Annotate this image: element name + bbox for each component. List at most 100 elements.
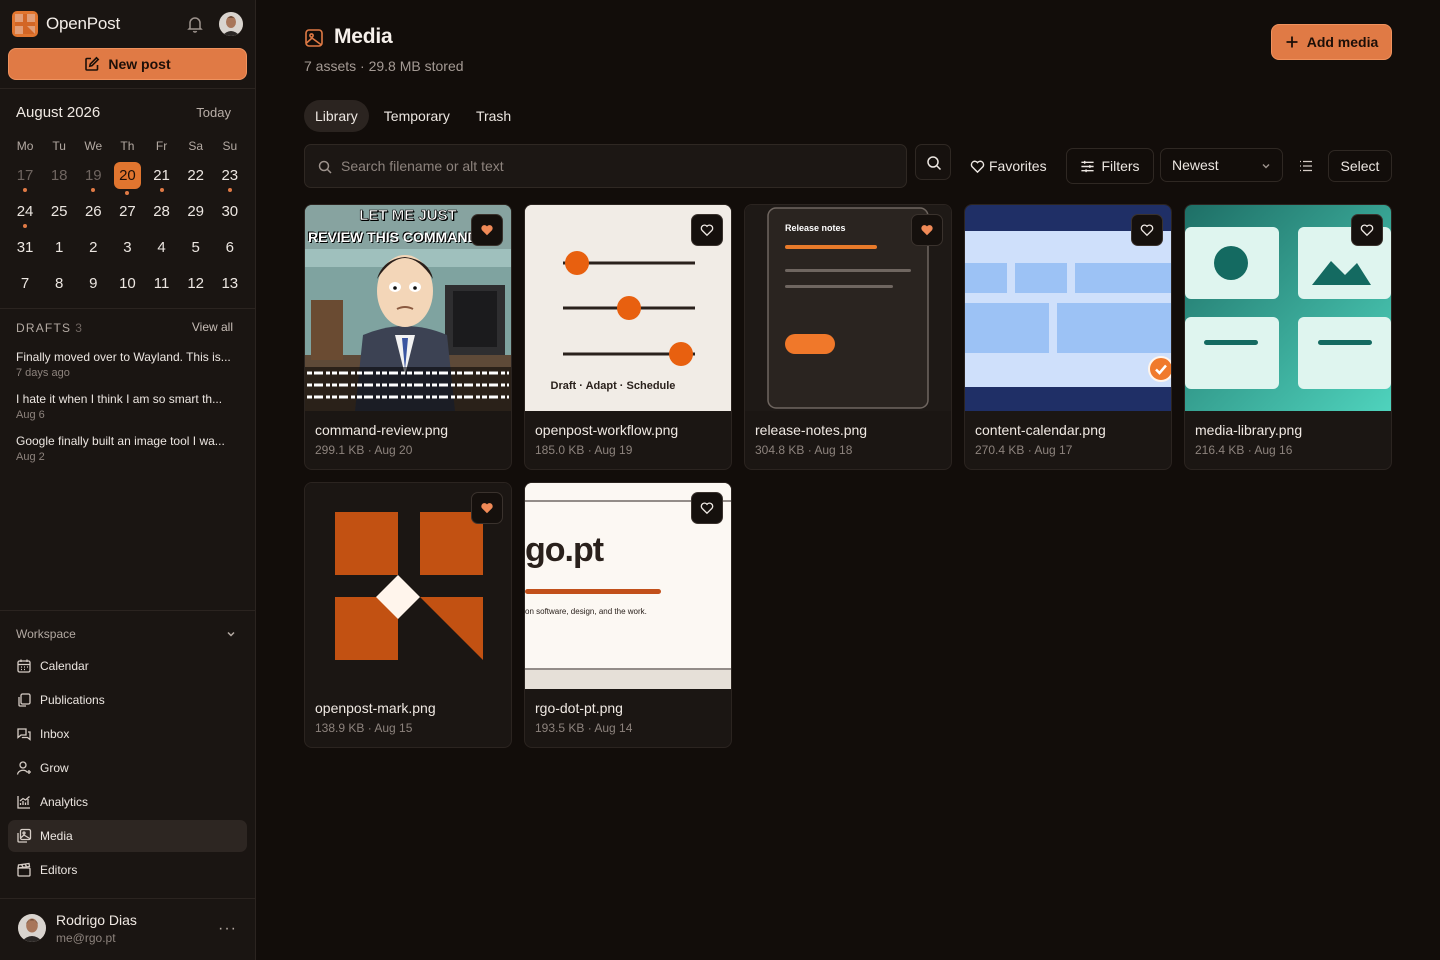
- media-card[interactable]: Draft · Adapt · Schedule openpost-workfl…: [524, 204, 732, 470]
- media-card[interactable]: Release notes release-notes.png 304.8 KB…: [744, 204, 952, 470]
- draft-item[interactable]: Finally moved over to Wayland. This is..…: [16, 350, 241, 379]
- sidebar-item-label: Inbox: [40, 727, 70, 741]
- sidebar-item-publications[interactable]: Publications: [8, 684, 247, 716]
- draft-title: I hate it when I think I am so smart th.…: [16, 392, 223, 406]
- media-card[interactable]: openpost-mark.png 138.9 KB · Aug 15: [304, 482, 512, 748]
- calendar-day[interactable]: 29: [179, 194, 213, 230]
- calendar-day-number: 28: [153, 203, 170, 220]
- add-media-button[interactable]: Add media: [1271, 24, 1392, 60]
- bell-icon[interactable]: [185, 14, 205, 34]
- selected-check-icon[interactable]: [1148, 356, 1171, 382]
- favorite-toggle[interactable]: [471, 214, 503, 246]
- drafts-label: DRAFTS: [16, 321, 72, 335]
- filters-button[interactable]: Filters: [1066, 148, 1154, 184]
- calendar-day[interactable]: 21: [145, 158, 179, 194]
- media-card[interactable]: LET ME JUST REVIEW THIS COMMAND command-…: [304, 204, 512, 470]
- calendar-day[interactable]: 17: [8, 158, 42, 194]
- workspace-header[interactable]: Workspace: [16, 627, 239, 643]
- sidebar-item-grow[interactable]: Grow: [8, 752, 247, 784]
- heart-icon: [700, 224, 714, 237]
- list-view-icon[interactable]: [1294, 155, 1318, 177]
- calendar-day[interactable]: 26: [76, 194, 110, 230]
- draft-title: Google finally built an image tool I wa.…: [16, 434, 225, 448]
- calendar-day[interactable]: 7: [8, 266, 42, 302]
- calendar-day[interactable]: 24: [8, 194, 42, 230]
- select-button[interactable]: Select: [1328, 150, 1392, 182]
- calendar-today-button[interactable]: Today: [196, 105, 231, 120]
- calendar-day[interactable]: 31: [8, 230, 42, 266]
- favorite-toggle[interactable]: [691, 492, 723, 524]
- media-card[interactable]: go.pt on software, design, and the work.…: [524, 482, 732, 748]
- calendar-day[interactable]: 9: [76, 266, 110, 302]
- calendar-day[interactable]: 5: [179, 230, 213, 266]
- favorite-toggle[interactable]: [1351, 214, 1383, 246]
- thumbnail-caption: Release notes: [785, 223, 846, 233]
- favorite-toggle[interactable]: [691, 214, 723, 246]
- tab-temporary[interactable]: Temporary: [373, 100, 461, 132]
- draft-item[interactable]: I hate it when I think I am so smart th.…: [16, 392, 241, 421]
- tab-trash[interactable]: Trash: [465, 100, 522, 132]
- messages-icon: [17, 728, 31, 741]
- calendar-day[interactable]: 25: [42, 194, 76, 230]
- calendar-day[interactable]: 19: [76, 158, 110, 194]
- favorite-toggle[interactable]: [1131, 214, 1163, 246]
- sidebar-item-calendar[interactable]: Calendar: [8, 650, 247, 682]
- calendar-day[interactable]: 4: [145, 230, 179, 266]
- calendar-week: 7 8 9 10 11 12 13: [8, 266, 247, 302]
- tab-library[interactable]: Library: [304, 100, 369, 132]
- app-name: OpenPost: [46, 14, 121, 33]
- calendar-day[interactable]: 12: [179, 266, 213, 302]
- user-profile[interactable]: Rodrigo Dias me@rgo.pt ···: [16, 908, 239, 946]
- media-meta: 185.0 KB · Aug 19: [535, 443, 633, 457]
- calendar-day[interactable]: 22: [179, 158, 213, 194]
- media-card[interactable]: media-library.png 216.4 KB · Aug 16: [1184, 204, 1392, 470]
- calendar-day[interactable]: 10: [110, 266, 144, 302]
- calendar-day[interactable]: 3: [110, 230, 144, 266]
- sidebar-item-analytics[interactable]: Analytics: [8, 786, 247, 818]
- sidebar-item-label: Calendar: [40, 659, 89, 673]
- divider: [0, 88, 255, 89]
- sliders-icon: [1081, 160, 1095, 172]
- more-icon[interactable]: ···: [218, 920, 237, 938]
- calendar-day[interactable]: 1: [42, 230, 76, 266]
- favorites-button[interactable]: Favorites: [962, 148, 1055, 184]
- calendar-day[interactable]: 23: [213, 158, 247, 194]
- calendar-day-number: 4: [157, 239, 166, 256]
- plus-icon: [1286, 36, 1298, 48]
- sidebar-item-inbox[interactable]: Inbox: [8, 718, 247, 750]
- new-post-button[interactable]: New post: [8, 48, 247, 80]
- media-filename: openpost-mark.png: [315, 700, 436, 716]
- sort-select[interactable]: Newest: [1160, 148, 1283, 182]
- draft-item[interactable]: Google finally built an image tool I wa.…: [16, 434, 241, 463]
- user-name: Rodrigo Dias: [56, 912, 137, 928]
- calendar-weekday: Fr: [155, 139, 168, 153]
- sidebar-item-editors[interactable]: Editors: [8, 854, 247, 886]
- calendar-day[interactable]: 11: [145, 266, 179, 302]
- calendar-day[interactable]: 27: [110, 194, 144, 230]
- calendar-day[interactable]: 18: [42, 158, 76, 194]
- favorite-toggle[interactable]: [911, 214, 943, 246]
- calendar-day[interactable]: 28: [145, 194, 179, 230]
- chart-icon: [17, 796, 30, 809]
- drafts-view-all-link[interactable]: View all: [192, 320, 233, 334]
- calendar-day[interactable]: 8: [42, 266, 76, 302]
- search-input[interactable]: [341, 145, 901, 187]
- search-button[interactable]: [915, 144, 951, 180]
- calendar-weekday: Tu: [52, 139, 66, 153]
- openpost-logo-icon[interactable]: [12, 11, 38, 37]
- calendar-day-number: 3: [123, 239, 132, 256]
- calendar-day-selected[interactable]: 20: [110, 158, 144, 195]
- avatar[interactable]: [219, 12, 243, 36]
- calendar-day[interactable]: 2: [76, 230, 110, 266]
- calendar-day[interactable]: 13: [213, 266, 247, 302]
- new-post-label: New post: [108, 56, 171, 72]
- calendar-day[interactable]: 6: [213, 230, 247, 266]
- media-card[interactable]: content-calendar.png 270.4 KB · Aug 17: [964, 204, 1172, 470]
- favorite-toggle[interactable]: [471, 492, 503, 524]
- favorites-label: Favorites: [989, 158, 1047, 174]
- sidebar-item-label: Media: [40, 829, 73, 843]
- sidebar-item-media[interactable]: Media: [8, 820, 247, 852]
- calendar-weekday: Sa: [188, 139, 204, 153]
- search-icon: [318, 160, 332, 174]
- calendar-day[interactable]: 30: [213, 194, 247, 230]
